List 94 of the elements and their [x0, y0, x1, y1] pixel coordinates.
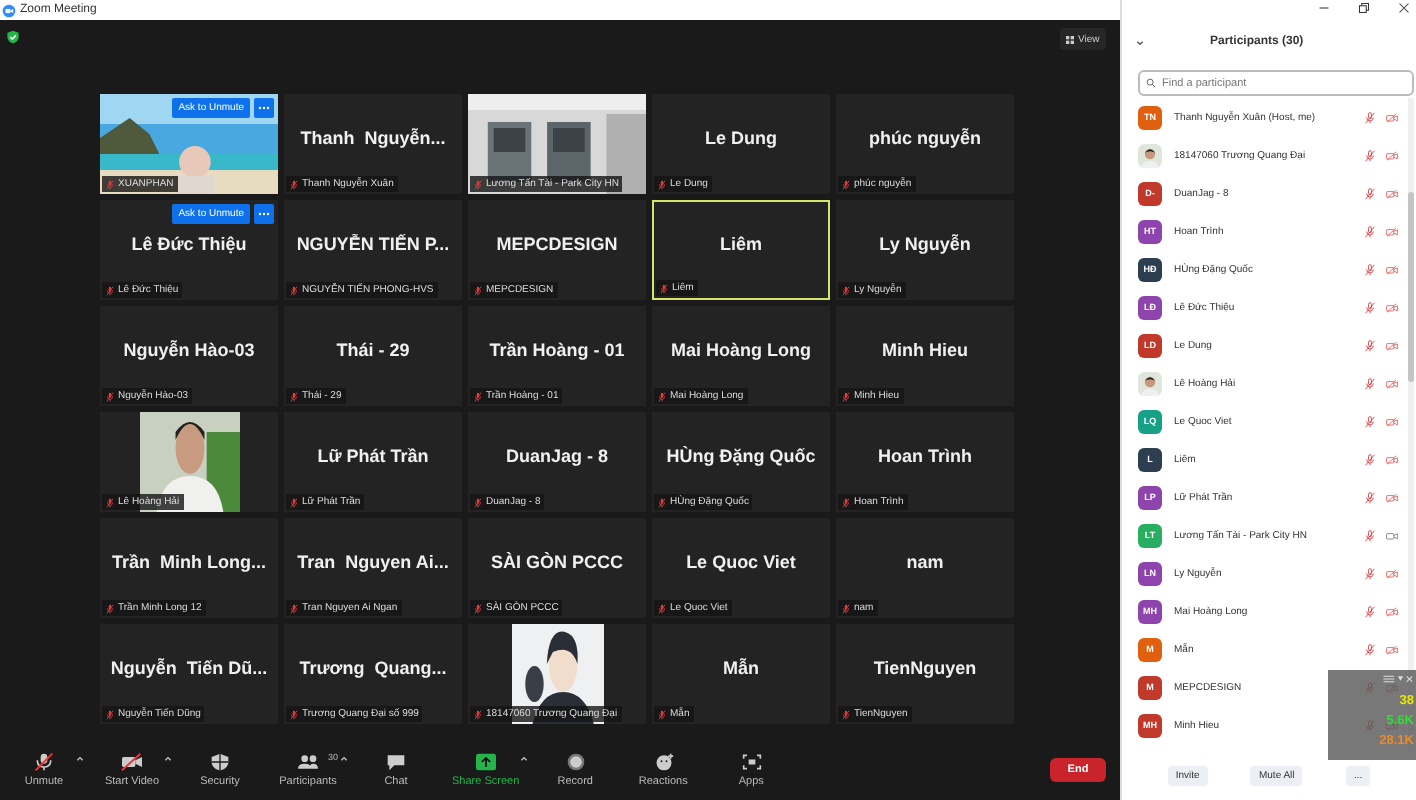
muted-mic-icon [658, 709, 666, 719]
participant-name: Thanh Nguyễn... [300, 128, 446, 148]
muted-mic-icon [658, 391, 666, 401]
participant-name: Ly Nguyễn [879, 234, 971, 254]
caret-icon[interactable] [164, 756, 172, 762]
participant-name: HÙng Đặng Quốc [666, 446, 816, 466]
muted-mic-icon [290, 179, 298, 189]
muted-mic-icon [842, 709, 850, 719]
participant-name: Minh Hieu [882, 340, 968, 360]
muted-mic-icon [1364, 111, 1376, 123]
participant-name: TienNguyen [873, 658, 977, 678]
close-icon[interactable] [1398, 2, 1410, 14]
muted-mic-icon [658, 497, 666, 507]
video-off-icon [120, 752, 144, 772]
muted-mic-icon [658, 179, 666, 189]
muted-mic-icon [106, 179, 114, 189]
more-icon[interactable] [254, 204, 274, 224]
shield-icon[interactable] [6, 30, 20, 44]
participant-name: Hoan Trình [878, 446, 972, 466]
muted-mic-icon [842, 179, 850, 189]
window-controls-icon[interactable] [1378, 674, 1414, 684]
record-icon [563, 752, 588, 772]
muted-mic-icon [290, 603, 298, 613]
apps-icon [739, 752, 764, 772]
participant-name: Le Dung [705, 128, 777, 148]
participant-name: Lữ Phát Trần [317, 446, 429, 466]
participant-name: Nguyễn Tiến Dũ... [110, 658, 268, 678]
participant-name: Tran Nguyen Ai... [297, 552, 449, 572]
muted-mic-icon [474, 603, 482, 613]
participant-name: Trần Hoàng - 01 [489, 340, 625, 360]
participant-name: Trương Quang... [299, 658, 447, 678]
shield-icon [208, 752, 232, 772]
muted-mic-icon [1364, 187, 1376, 199]
muted-mic-icon [106, 497, 114, 507]
caret-icon[interactable] [340, 756, 348, 762]
muted-mic-icon [1364, 453, 1376, 465]
people-icon [296, 752, 320, 772]
muted-mic-icon [1364, 567, 1376, 579]
muted-mic-icon [1364, 301, 1376, 313]
more-icon[interactable] [254, 98, 274, 118]
muted-mic-icon [106, 603, 114, 613]
participant-name: NGUYỄN TIẾN P... [296, 234, 450, 254]
muted-mic-icon [658, 603, 666, 613]
muted-mic-icon [1364, 263, 1376, 275]
participant-name: Mẫn [723, 658, 759, 678]
muted-mic-icon [290, 285, 298, 295]
muted-mic-icon [106, 391, 114, 401]
muted-mic-icon [1364, 605, 1376, 617]
smiley-icon [651, 752, 676, 772]
participant-name: Nguyễn Hào-03 [123, 340, 255, 360]
muted-mic-icon [1364, 491, 1376, 503]
muted-mic-icon [1364, 377, 1376, 389]
participant-name: Lê Đức Thiệu [131, 234, 247, 254]
muted-mic-icon [842, 497, 850, 507]
chat-icon [384, 752, 408, 772]
participant-name: phúc nguyễn [869, 128, 981, 148]
muted-mic-icon [474, 285, 482, 295]
chevron-icon[interactable] [1136, 39, 1144, 45]
muted-mic-icon [474, 391, 482, 401]
muted-mic-icon [290, 709, 298, 719]
participant-name: DuanJag - 8 [505, 446, 608, 466]
muted-mic-icon [474, 497, 482, 507]
muted-mic-icon [660, 283, 668, 293]
participant-name: Liêm [719, 234, 762, 254]
muted-mic-icon [290, 391, 298, 401]
grid-icon [1066, 35, 1074, 43]
muted-mic-icon [1364, 415, 1376, 427]
caret-icon[interactable] [76, 756, 84, 762]
muted-mic-icon [106, 285, 114, 295]
muted-mic-icon [1364, 149, 1376, 161]
participant-name: nam [906, 552, 944, 572]
minimize-icon[interactable] [1318, 2, 1330, 14]
muted-mic-icon [1364, 643, 1376, 655]
search-icon [1146, 78, 1156, 88]
caret-icon[interactable] [519, 756, 528, 762]
participant-name: Le Quoc Viet [686, 552, 796, 572]
muted-mic-icon [842, 285, 850, 295]
muted-mic-icon [106, 709, 114, 719]
muted-mic-icon [1364, 529, 1376, 541]
participant-name: SÀI GÒN PCCC [490, 552, 623, 572]
share-screen-icon [473, 752, 498, 772]
muted-mic-icon [1364, 339, 1376, 351]
muted-mic-icon [474, 179, 482, 189]
participant-name: Mai Hoàng Long [671, 340, 811, 360]
muted-mic-icon [1364, 225, 1376, 237]
restore-icon[interactable] [1358, 2, 1370, 14]
participant-name: Thái - 29 [336, 340, 410, 360]
muted-mic-icon [32, 752, 56, 772]
participant-name: MEPCDESIGN [496, 234, 618, 254]
muted-mic-icon [842, 391, 850, 401]
muted-mic-icon [842, 603, 850, 613]
participant-name: Trần Minh Long... [112, 552, 266, 572]
muted-mic-icon [290, 497, 298, 507]
muted-mic-icon [474, 709, 482, 719]
